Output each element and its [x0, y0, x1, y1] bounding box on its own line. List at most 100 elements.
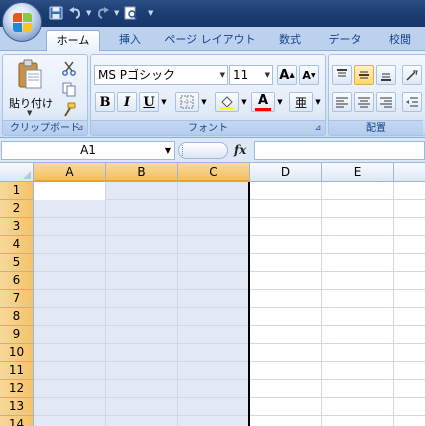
- fill-bucket-icon: [220, 96, 234, 110]
- align-middle-icon: [359, 71, 369, 79]
- format-painter-icon[interactable]: [59, 100, 79, 120]
- save-icon[interactable]: [48, 5, 64, 21]
- bold-glyph: B: [99, 94, 111, 110]
- select-all-button[interactable]: [0, 163, 34, 182]
- column-header-b[interactable]: B: [106, 163, 178, 182]
- borders-dropdown-icon[interactable]: ▼: [199, 92, 209, 112]
- gridline: [34, 235, 425, 236]
- shrink-font-button[interactable]: A ▼: [299, 65, 319, 85]
- redo-dropdown-icon[interactable]: ▼: [114, 9, 120, 17]
- font-name-combo[interactable]: MS Pゴシック ▼: [94, 65, 228, 85]
- name-box-value: A1: [80, 143, 96, 157]
- resize-handle-icon[interactable]: [182, 145, 188, 156]
- column-header-e[interactable]: E: [322, 163, 394, 182]
- row-header-12[interactable]: 12: [0, 380, 34, 398]
- row-header-7[interactable]: 7: [0, 290, 34, 308]
- align-center-button[interactable]: [354, 92, 374, 112]
- dialog-launcher-icon[interactable]: ⊿: [75, 123, 85, 133]
- undo-dropdown-icon[interactable]: ▼: [86, 9, 92, 17]
- italic-glyph: I: [123, 94, 131, 110]
- grow-font-button[interactable]: A ▲: [277, 65, 297, 85]
- cut-icon[interactable]: [59, 58, 79, 78]
- column-header-c[interactable]: C: [178, 163, 250, 182]
- office-logo-icon: [13, 13, 32, 32]
- align-left-button[interactable]: [332, 92, 352, 112]
- column-header-a[interactable]: A: [34, 163, 106, 182]
- row-header-13[interactable]: 13: [0, 398, 34, 416]
- gridline: [34, 289, 425, 290]
- row-header-1[interactable]: 1: [0, 182, 34, 200]
- gridline: [34, 307, 425, 308]
- font-color-glyph: A: [257, 92, 269, 108]
- paste-button[interactable]: 貼り付け ▼: [7, 57, 53, 119]
- tab-formulas[interactable]: 数式: [268, 30, 312, 51]
- copy-icon[interactable]: [59, 79, 79, 99]
- paste-dropdown-icon[interactable]: ▼: [27, 109, 32, 117]
- column-header-f[interactable]: [394, 163, 425, 182]
- gridline: [34, 253, 425, 254]
- fill-color-button[interactable]: [215, 92, 239, 112]
- row-header-10[interactable]: 10: [0, 344, 34, 362]
- ribbon-tab-row: ホーム 挿入 ページ レイアウト 数式 データ 校閲: [0, 27, 425, 52]
- name-box[interactable]: A1 ▼: [1, 141, 175, 160]
- row-header-9[interactable]: 9: [0, 326, 34, 344]
- font-name-value: MS Pゴシック: [98, 68, 176, 82]
- formula-button-pill: [178, 142, 228, 159]
- align-top-button[interactable]: [332, 65, 352, 85]
- cell-area[interactable]: [34, 182, 425, 426]
- fill-color-dropdown-icon[interactable]: ▼: [239, 92, 249, 112]
- align-right-button[interactable]: [376, 92, 396, 112]
- align-center-icon: [358, 97, 370, 108]
- dialog-launcher-icon[interactable]: ⊿: [313, 123, 323, 133]
- font-color-button[interactable]: A: [251, 92, 275, 112]
- underline-glyph: U: [143, 94, 155, 110]
- tab-page-layout[interactable]: ページ レイアウト: [162, 30, 258, 51]
- print-preview-icon[interactable]: [123, 5, 139, 21]
- align-bottom-button[interactable]: [376, 65, 396, 85]
- column-header-d[interactable]: D: [250, 163, 322, 182]
- gridline: [393, 182, 394, 426]
- orientation-button[interactable]: [402, 65, 422, 85]
- clipboard-group: 貼り付け ▼ クリップボード ⊿: [2, 54, 88, 136]
- tab-review[interactable]: 校閲: [378, 30, 422, 51]
- gridline: [34, 325, 425, 326]
- italic-button[interactable]: I: [117, 92, 137, 112]
- row-header-6[interactable]: 6: [0, 272, 34, 290]
- office-button[interactable]: [2, 2, 42, 42]
- phonetic-guide-button[interactable]: 亜: [289, 92, 313, 112]
- row-header-11[interactable]: 11: [0, 362, 34, 380]
- active-cell-a1[interactable]: [34, 182, 106, 200]
- formula-bar: A1 ▼ fx: [0, 138, 425, 163]
- decrease-indent-icon: [406, 97, 418, 107]
- underline-button[interactable]: U: [139, 92, 159, 112]
- insert-function-button[interactable]: fx: [234, 141, 246, 159]
- row-header-8[interactable]: 8: [0, 308, 34, 326]
- phonetic-dropdown-icon[interactable]: ▼: [313, 92, 323, 112]
- underline-dropdown-icon[interactable]: ▼: [159, 92, 169, 112]
- tab-home[interactable]: ホーム: [46, 30, 100, 52]
- align-left-icon: [336, 97, 348, 108]
- undo-icon[interactable]: [67, 5, 83, 21]
- tab-insert[interactable]: 挿入: [108, 30, 152, 51]
- font-color-dropdown-icon[interactable]: ▼: [275, 92, 285, 112]
- tab-data[interactable]: データ: [320, 30, 370, 51]
- borders-button[interactable]: [175, 92, 199, 112]
- quick-access-toolbar: ▼ ▼ ▼: [48, 3, 154, 23]
- row-header-14[interactable]: 14: [0, 416, 34, 426]
- gridline: [34, 397, 425, 398]
- redo-icon[interactable]: [95, 5, 111, 21]
- font-size-combo[interactable]: 11 ▼: [229, 65, 273, 85]
- row-header-2[interactable]: 2: [0, 200, 34, 218]
- formula-input[interactable]: [254, 141, 425, 160]
- decrease-indent-button[interactable]: [402, 92, 422, 112]
- shrink-font-glyph: A: [302, 68, 311, 82]
- bold-button[interactable]: B: [95, 92, 115, 112]
- font-group-label: フォント: [91, 120, 325, 135]
- align-middle-button[interactable]: [354, 65, 374, 85]
- row-header-5[interactable]: 5: [0, 254, 34, 272]
- customize-qat-icon[interactable]: ▼: [148, 9, 154, 17]
- row-header-4[interactable]: 4: [0, 236, 34, 254]
- row-header-3[interactable]: 3: [0, 218, 34, 236]
- gridline: [321, 182, 322, 426]
- chevron-down-icon: ▼: [164, 146, 171, 155]
